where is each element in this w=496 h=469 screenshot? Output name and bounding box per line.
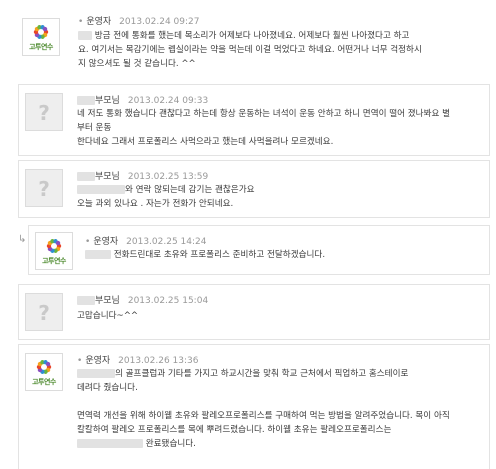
comment-line: 데려다 줬습니다. xyxy=(77,383,138,393)
avatar-logo: 고투연수 xyxy=(22,18,60,56)
comment-body: 와 연락 않되는데 감기는 괜찮은가요 오늘 과외 있나요 . 자는가 전화가 … xyxy=(77,183,255,211)
comment-header: • 운영자 2013.02.25 14:24 xyxy=(85,237,207,247)
comment-body: 네 저도 통화 했습니다 괜찮다고 하는데 항상 운동하는 녀석이 운동 안하고… xyxy=(77,107,450,149)
author-name: 부모님 xyxy=(95,172,120,182)
author-name: 운영자 xyxy=(86,17,112,27)
comment-body: 방금 전에 통화를 했는데 목소리가 어제보다 나아졌네요. 어제보다 훨씬 나… xyxy=(78,29,422,71)
comment-item: 고투연수 • 운영자 2013.02.25 14:24 전화드린대로 초유와 프로폴… xyxy=(28,225,490,275)
logo-flower-icon xyxy=(46,239,62,253)
logo-center xyxy=(51,243,57,249)
comment-header: • 운영자 2013.02.26 13:36 xyxy=(77,356,199,366)
comment-line: 한다네요 그래서 프로폴리스 사먹으라고 했는데 사먹을려나 모르겠네요. xyxy=(77,137,334,147)
avatar-placeholder: ? xyxy=(25,93,63,131)
comment-line: 칼칼하여 팔레오 프로폴리스를 목에 뿌려드렸습니다. 하이웰 초유는 팔레오프… xyxy=(77,425,392,435)
comment-line: 면역력 개선을 위해 하이웰 초유와 팔레오프로폴리스를 구매하여 먹는 방법을… xyxy=(77,411,450,421)
comment-date: 2013.02.25 14:24 xyxy=(126,237,207,247)
logo-flower-icon xyxy=(36,360,52,374)
comment-line: 부터 운동 xyxy=(77,123,112,133)
question-mark-icon: ? xyxy=(38,101,50,125)
reply-arrow-icon: ↳ xyxy=(18,234,27,245)
comment-date: 2013.02.24 09:33 xyxy=(127,96,209,106)
comment-item: ? 부모님 2013.02.25 15:04 고맙습니다~^^ xyxy=(18,284,490,340)
comment-body: 고맙습니다~^^ xyxy=(77,309,138,323)
comment-line: 의 골프클럽과 기타를 가지고 하교시간을 맞춰 학교 근처에서 픽업하고 홈스… xyxy=(115,369,409,379)
logo-petal xyxy=(42,26,48,32)
logo-petal xyxy=(55,240,61,246)
logo-text: 고투연수 xyxy=(42,257,66,265)
author-name: 운영자 xyxy=(85,356,111,366)
comment-body: 의 골프클럽과 기타를 가지고 하교시간을 맞춰 학교 근처에서 픽업하고 홈스… xyxy=(77,367,450,451)
avatar-logo: 고투연수 xyxy=(35,232,73,270)
question-mark-icon: ? xyxy=(38,177,50,201)
comment-header: 부모님 2013.02.25 15:04 xyxy=(77,293,208,306)
comment-line: 고맙습니다~^^ xyxy=(77,311,139,321)
comment-header: 부모님 2013.02.24 09:33 xyxy=(77,93,208,106)
comment-item: ? 부모님 2013.02.24 09:33 네 저도 통화 했습니다 괜찮다고 … xyxy=(18,84,490,156)
comment-date: 2013.02.25 15:04 xyxy=(127,296,209,306)
comment-line: 지 않으셔도 될 것 같습니다. ^^ xyxy=(78,59,196,69)
comment-header: 부모님 2013.02.25 13:59 xyxy=(77,169,208,182)
author-name: 부모님 xyxy=(95,296,120,306)
comment-line: 전화드린대로 초유와 프로폴리스 준비하고 전달하겠습니다. xyxy=(113,250,326,260)
comment-body: 전화드린대로 초유와 프로폴리스 준비하고 전달하겠습니다. xyxy=(85,248,325,262)
comment-date: 2013.02.25 13:59 xyxy=(127,172,209,182)
comment-line: 오늘 과외 있나요 . 자는가 전화가 안되네요. xyxy=(77,199,234,209)
comment-date: 2013.02.26 13:36 xyxy=(118,356,199,366)
avatar-logo: 고투연수 xyxy=(25,353,63,391)
comment-date: 2013.02.24 09:27 xyxy=(119,17,200,27)
logo-flower-icon xyxy=(33,25,49,39)
logo-center xyxy=(41,364,47,370)
author-name: 운영자 xyxy=(93,237,119,247)
logo-petal xyxy=(45,361,51,367)
comment-line: 방금 전에 통화를 했는데 목소리가 어제보다 나아졌네요. 어제보다 훨씬 나… xyxy=(94,31,410,41)
logo-text: 고투연수 xyxy=(29,43,53,51)
comment-header: • 운영자 2013.02.24 09:27 xyxy=(78,17,200,27)
question-mark-icon: ? xyxy=(38,301,50,325)
logo-center xyxy=(38,29,44,35)
comment-line: 요. 여기서는 목감기에는 렙실이라는 약을 먹는데 이걸 먹었다고 하네요. … xyxy=(78,45,422,55)
comment-item: ? 부모님 2013.02.25 13:59 와 연락 않되는데 감기는 괜찮은가… xyxy=(18,160,490,218)
comment-item: 고투연수 • 운영자 2013.02.26 13:36 의 골프클럽과 기타를 가지… xyxy=(18,344,490,469)
avatar-placeholder: ? xyxy=(25,169,63,207)
comment-line: 네 저도 통화 했습니다 괜찮다고 하는데 항상 운동하는 녀석이 운동 안하고… xyxy=(77,109,451,119)
avatar-placeholder: ? xyxy=(25,293,63,331)
logo-text: 고투연수 xyxy=(32,378,56,386)
author-name: 부모님 xyxy=(95,96,120,106)
comment-line: 와 연락 않되는데 감기는 괜찮은가요 xyxy=(125,185,255,195)
comment-line: 완료됐습니다. xyxy=(145,439,196,449)
